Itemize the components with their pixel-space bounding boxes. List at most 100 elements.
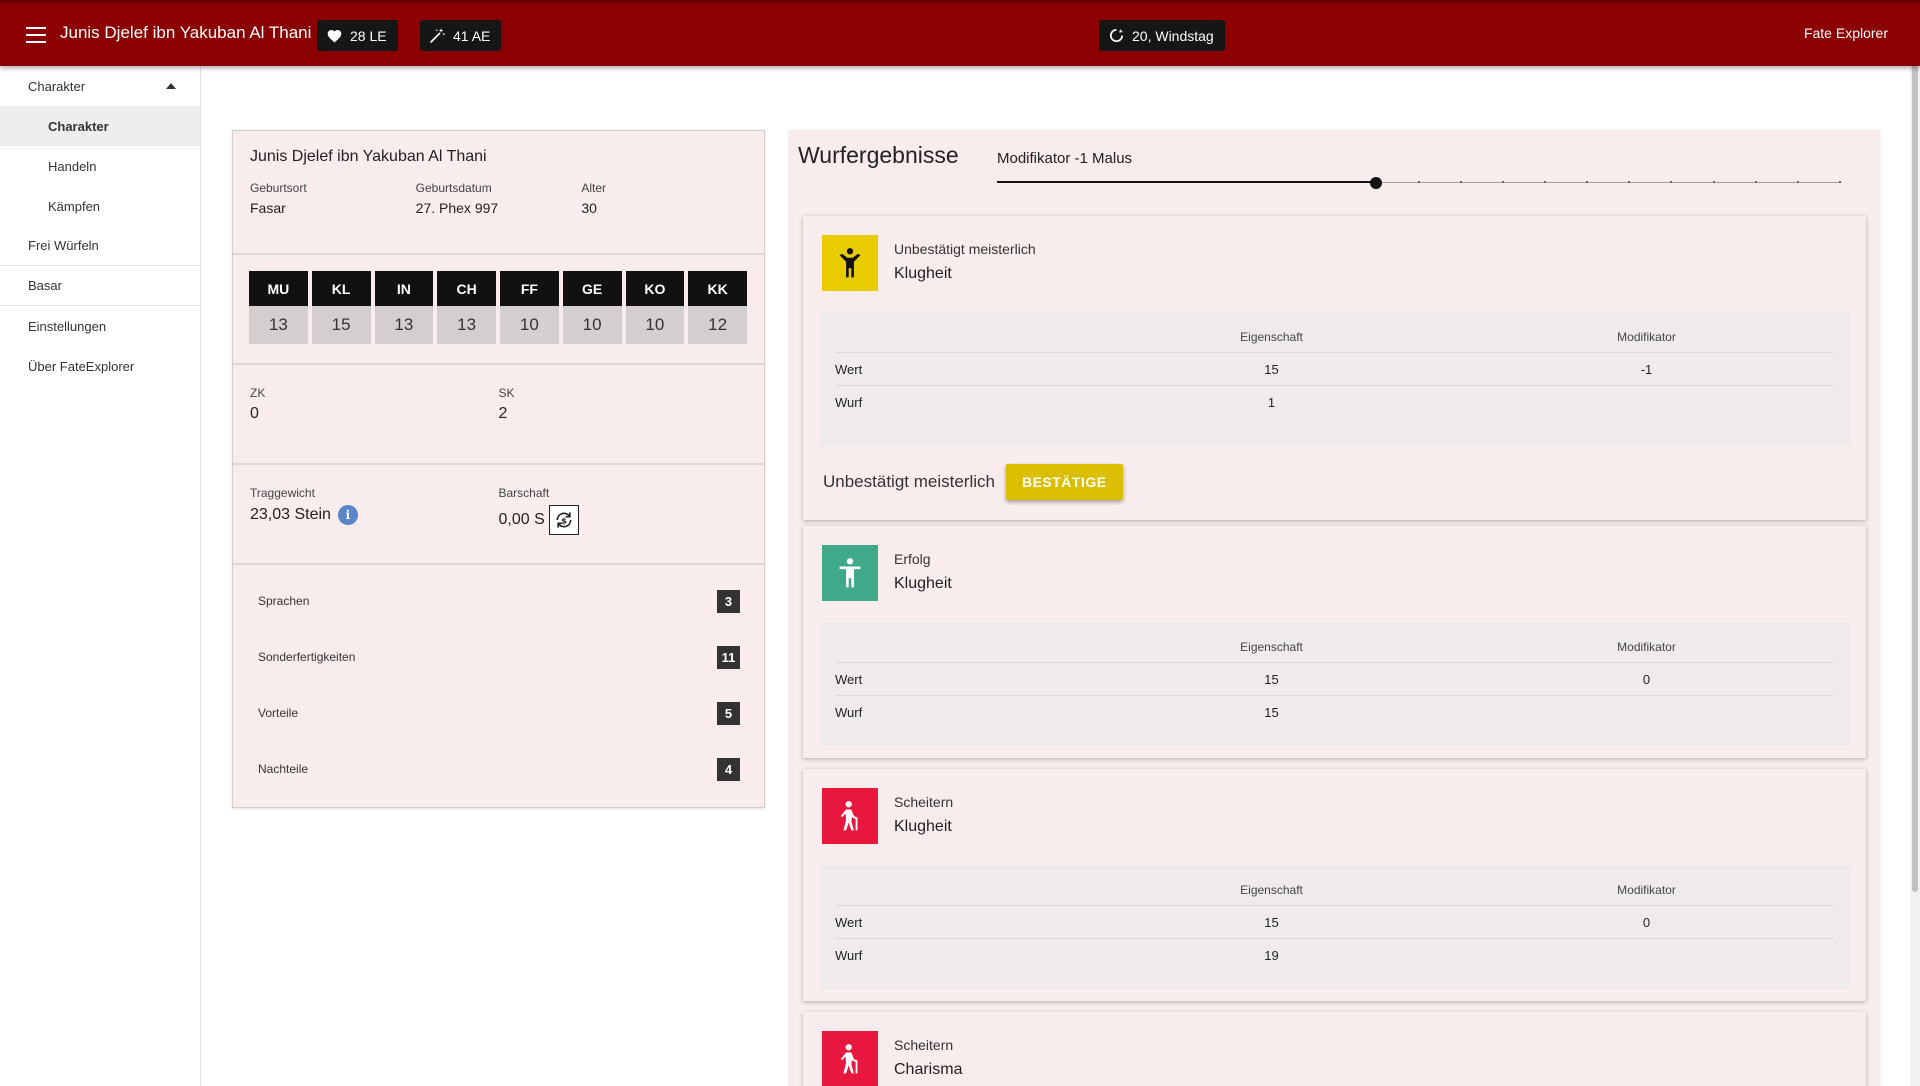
- list-item-label: Vorteile: [258, 706, 299, 720]
- slider-tick: [1586, 181, 1589, 183]
- attribute-abbr: IN: [374, 271, 434, 306]
- result-status: Scheitern: [894, 794, 954, 810]
- date-label: 20, Windstag: [1132, 27, 1214, 44]
- attribute-value: 10: [562, 306, 622, 344]
- slider-tick: [1501, 181, 1504, 183]
- character-card: Junis Djelef ibn Yakuban Al Thani Geburt…: [232, 130, 765, 808]
- person-arms-up-icon: [839, 248, 861, 278]
- row-label: Wert: [835, 914, 863, 930]
- result-attribute: Klugheit: [894, 265, 952, 282]
- table-row: Wurf 1: [835, 386, 1834, 419]
- attribute-mu[interactable]: MU 13: [249, 271, 308, 344]
- cycle-icon: [1110, 28, 1124, 42]
- person-with-cane-icon: [840, 801, 858, 831]
- astral-energy-chip[interactable]: 41 AE: [420, 20, 502, 51]
- result-status: Unbestätigt meisterlich: [894, 241, 1036, 257]
- sidebar-item-kaempfen[interactable]: Kämpfen: [0, 186, 200, 226]
- slider-tick: [1712, 181, 1715, 183]
- attribute-ge[interactable]: GE 10: [562, 271, 622, 344]
- character-lists: Sprachen 3 Sonderfertigkeiten 11 Vorteil…: [233, 565, 764, 807]
- money-value: 0,00 S: [498, 511, 545, 528]
- result-card: Scheitern Klugheit Eigenschaft Modifikato…: [803, 769, 1866, 1001]
- heart-icon: [327, 30, 342, 43]
- list-item-nachteile[interactable]: Nachteile 4: [233, 741, 764, 797]
- weight-money-section: Traggewicht 23,03 Stein i Barschaft 0,00…: [233, 465, 764, 565]
- weight-label: Traggewicht: [250, 486, 315, 500]
- attribute-ch[interactable]: CH 13: [437, 271, 496, 344]
- slider-tick: [1628, 181, 1631, 183]
- attribute-value: 12: [688, 306, 747, 344]
- list-item-sonderfertigkeiten[interactable]: Sonderfertigkeiten 11: [233, 629, 764, 685]
- sidebar-group-label: Charakter: [28, 78, 86, 94]
- sidebar-item-einstellungen[interactable]: Einstellungen: [0, 306, 200, 346]
- sidebar-item-ueber[interactable]: Über FateExplorer: [0, 346, 200, 386]
- confirm-row: Unbestätigt meisterlich BESTÄTIGE: [823, 464, 1123, 500]
- life-energy-chip[interactable]: 28 LE: [317, 20, 398, 51]
- results-title: Wurfergebnisse: [798, 142, 959, 168]
- slider-thumb[interactable]: [1370, 177, 1383, 189]
- confirm-text: Unbestätigt meisterlich: [823, 472, 995, 491]
- attribute-kk[interactable]: KK 12: [688, 271, 747, 344]
- page-scrollbar[interactable]: [1910, 0, 1920, 1086]
- column-header: Modifikator: [1617, 883, 1676, 897]
- cell-value: 15: [1264, 361, 1279, 377]
- attribute-value: 13: [249, 306, 308, 344]
- sidebar-item-basar[interactable]: Basar: [0, 266, 200, 306]
- sidebar-item-frei-wuerfeln[interactable]: Frei Würfeln: [0, 226, 200, 266]
- date-chip[interactable]: 20, Windstag: [1099, 20, 1225, 51]
- sk-label: SK: [498, 386, 515, 400]
- attribute-kl[interactable]: KL 15: [311, 271, 371, 344]
- list-item-sprachen[interactable]: Sprachen 3: [233, 573, 764, 629]
- slider-tick: [1796, 181, 1799, 183]
- cell-modifier: 0: [1642, 914, 1651, 930]
- attribute-value: 13: [374, 306, 434, 344]
- attribute-value: 10: [625, 306, 685, 344]
- app-title: Junis Djelef ibn Yakuban Al Thani: [60, 23, 312, 42]
- slider-tick: [1754, 181, 1757, 183]
- confirm-button[interactable]: BESTÄTIGE: [1005, 464, 1123, 500]
- person-with-cane-icon: [840, 1044, 858, 1074]
- list-item-label: Nachteile: [258, 762, 309, 776]
- cell-modifier: -1: [1640, 361, 1653, 377]
- sidebar-item-handeln[interactable]: Handeln: [0, 146, 200, 186]
- currency-exchange-button[interactable]: $: [548, 505, 579, 535]
- brand-link[interactable]: Fate Explorer: [1804, 25, 1888, 41]
- result-icon-box: [822, 788, 878, 844]
- cell-roll: 19: [1264, 948, 1279, 963]
- row-label: Wurf: [835, 948, 863, 963]
- cell-modifier: 0: [1642, 671, 1651, 687]
- menu-icon[interactable]: [26, 27, 46, 43]
- row-label: Wert: [835, 361, 863, 377]
- attribute-ff[interactable]: FF 10: [500, 271, 559, 344]
- roll-results-panel: Wurfergebnisse Modifikator -1 Malus Unbe…: [789, 130, 1880, 1086]
- result-table: Eigenschaft Modifikator Wert 15 0 Wurf 19: [819, 865, 1850, 989]
- column-header: Eigenschaft: [1240, 883, 1303, 897]
- count-badge: 3: [717, 589, 740, 613]
- info-icon[interactable]: i: [337, 505, 358, 525]
- birthdate-label: Geburtsdatum: [415, 181, 492, 195]
- attribute-ko[interactable]: KO 10: [625, 271, 685, 344]
- slider-tick: [1543, 181, 1546, 183]
- sidebar-item-charakter[interactable]: Charakter: [0, 106, 200, 146]
- sidebar-group-charakter[interactable]: Charakter: [0, 66, 200, 106]
- age-label: Alter: [581, 181, 607, 195]
- attribute-abbr: KL: [311, 271, 371, 306]
- modifier-slider[interactable]: [997, 177, 1841, 189]
- attribute-abbr: FF: [500, 271, 559, 306]
- attribute-in[interactable]: IN 13: [374, 271, 434, 344]
- slider-tick: [1670, 181, 1673, 183]
- slider-track: [997, 181, 1377, 183]
- character-name: Junis Djelef ibn Yakuban Al Thani: [250, 148, 487, 165]
- attribute-abbr: KK: [688, 271, 747, 306]
- app-bar: Junis Djelef ibn Yakuban Al Thani 28 LE …: [0, 0, 1920, 66]
- money-label: Barschaft: [498, 486, 550, 500]
- result-card: Erfolg Klugheit Eigenschaft Modifikator W…: [803, 526, 1866, 758]
- list-item-vorteile[interactable]: Vorteile 5: [233, 685, 764, 741]
- person-standing-icon: [839, 558, 861, 588]
- scrollbar-thumb[interactable]: [1912, 4, 1918, 892]
- magic-wand-icon: [430, 28, 446, 43]
- row-label: Wurf: [835, 705, 863, 720]
- attribute-abbr: KO: [625, 271, 685, 306]
- zk-sk-section: ZK 0 SK 2: [233, 365, 764, 465]
- column-header: Modifikator: [1617, 640, 1676, 654]
